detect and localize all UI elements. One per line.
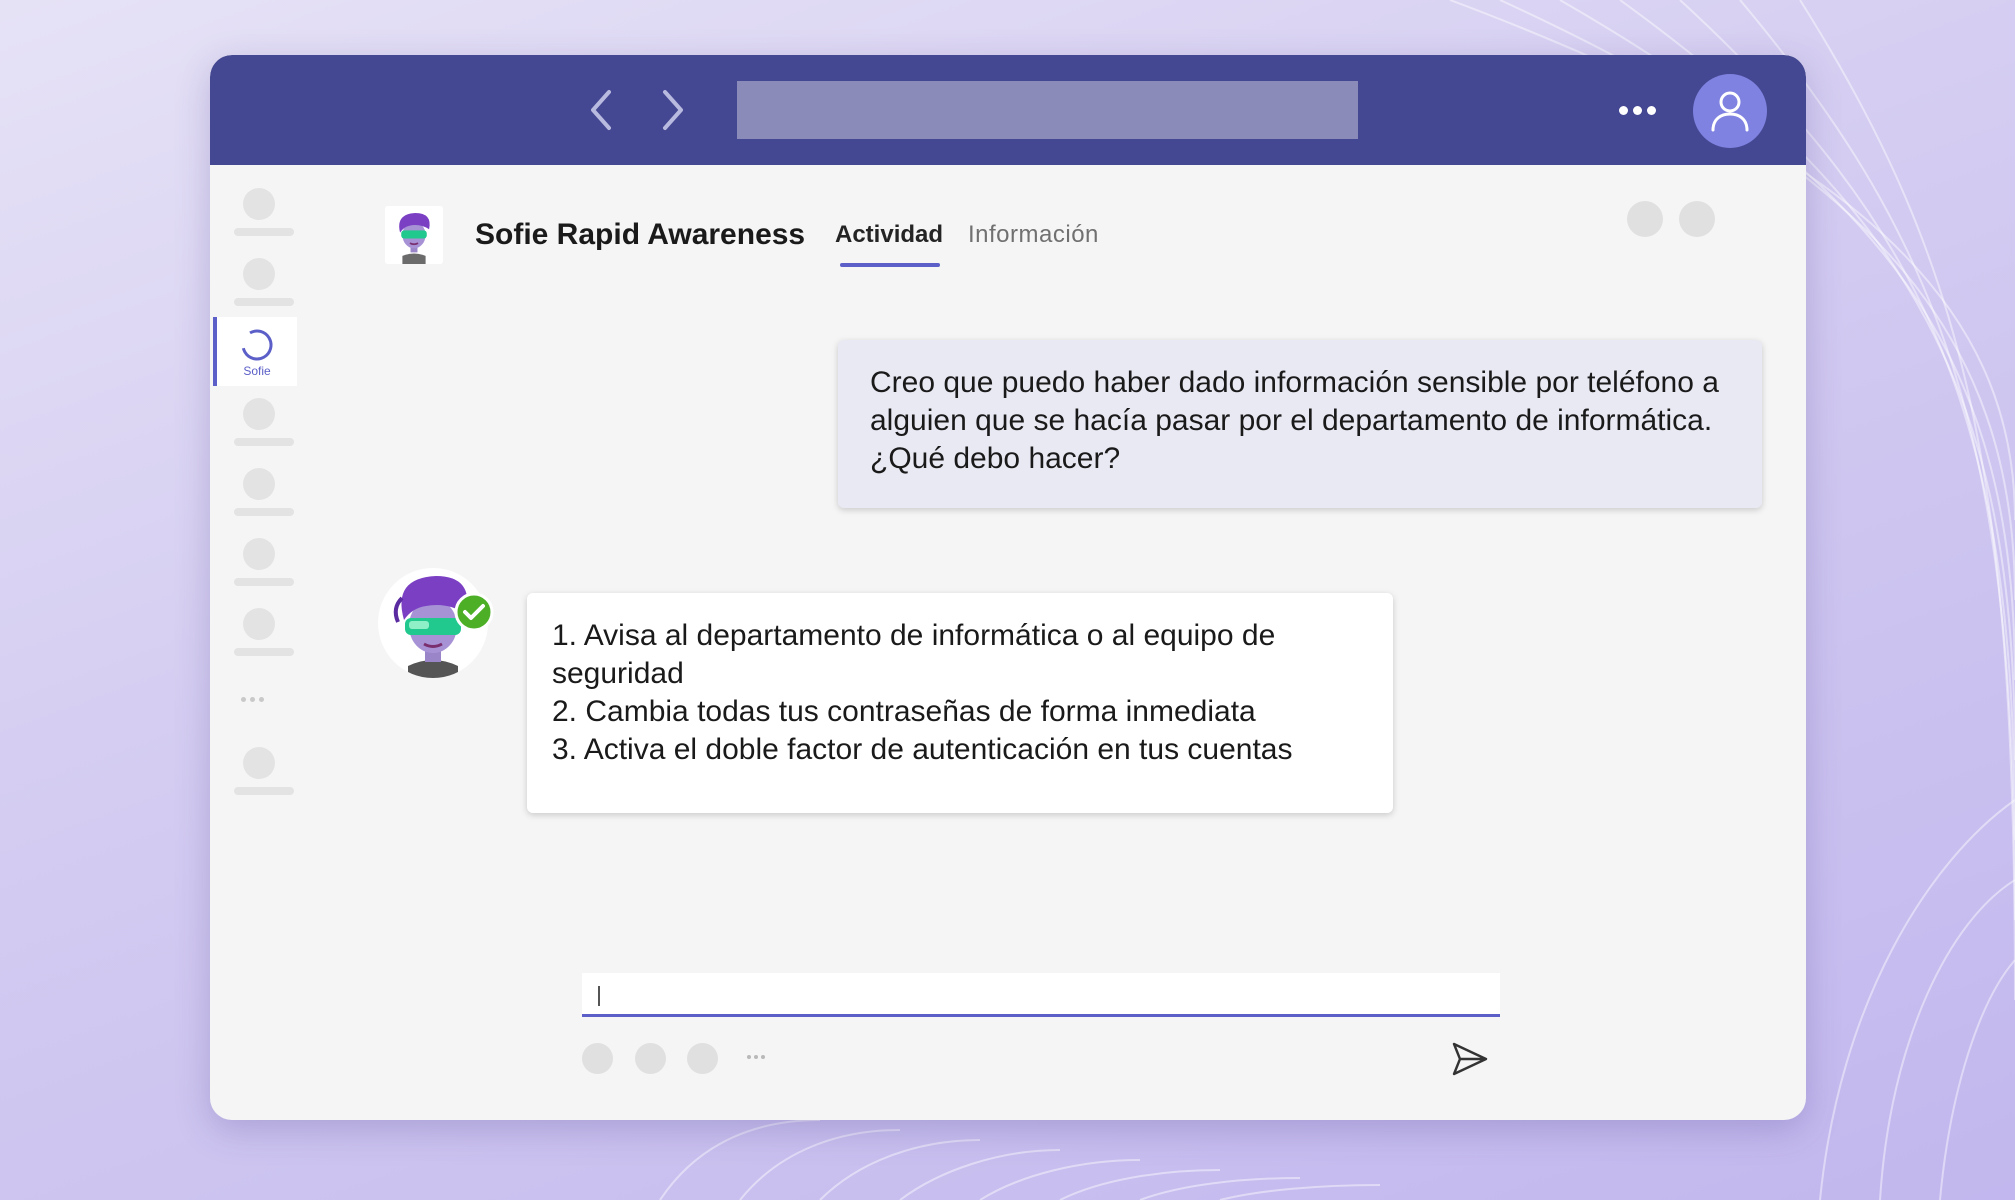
message-input[interactable] [582,973,1500,1017]
bot-message-line: 1. Avisa al departamento de informática … [552,619,1276,690]
search-input[interactable] [737,81,1358,139]
send-button[interactable] [1448,1037,1492,1081]
sidebar-more-button[interactable] [241,692,271,706]
sidebar-item-label: Sofie [243,364,271,378]
bot-avatar-large [378,568,494,678]
header-action-1[interactable] [1627,201,1663,237]
back-button[interactable] [580,88,624,132]
chevron-left-icon [591,90,611,130]
active-tab-indicator [840,263,940,267]
sidebar-item-7[interactable] [221,747,294,797]
tab-informacion[interactable]: Información [968,221,1099,249]
more-options-button[interactable] [1612,93,1662,127]
forward-button[interactable] [650,88,694,132]
sofie-ring-icon [241,329,273,361]
sidebar-item-1[interactable] [221,188,294,238]
sidebar-item-sofie[interactable]: Sofie [213,317,297,386]
more-horizontal-icon [1618,105,1628,115]
bot-message-line: 2. Cambia todas tus contraseñas de forma… [552,695,1256,728]
user-message: Creo que puedo haber dado información se… [838,340,1762,508]
sidebar-item-6[interactable] [221,608,294,658]
header-action-2[interactable] [1679,201,1715,237]
compose-tool-3[interactable] [687,1043,718,1074]
sidebar-item-5[interactable] [221,538,294,588]
send-icon [1452,1042,1488,1076]
profile-button[interactable] [1693,74,1767,148]
compose-more-button[interactable] [747,1055,765,1059]
sidebar-item-3[interactable] [221,398,294,448]
app-window: Sofie Sofie Rapid Awareness Actividad In… [210,55,1806,1120]
text-cursor [598,986,600,1006]
bot-avatar [385,206,443,264]
person-icon [1711,91,1749,132]
bot-message: 1. Avisa al departamento de informática … [527,593,1393,813]
compose-tool-1[interactable] [582,1043,613,1074]
tab-actividad[interactable]: Actividad [835,221,943,249]
title-bar [210,55,1806,165]
sidebar-item-2[interactable] [221,258,294,308]
bot-message-line: 3. Activa el doble factor de autenticaci… [552,733,1293,766]
compose-tool-2[interactable] [635,1043,666,1074]
chat-title: Sofie Rapid Awareness [475,218,806,251]
verified-check-icon [454,592,494,632]
sidebar-item-4[interactable] [221,468,294,518]
chevron-right-icon [663,90,683,130]
